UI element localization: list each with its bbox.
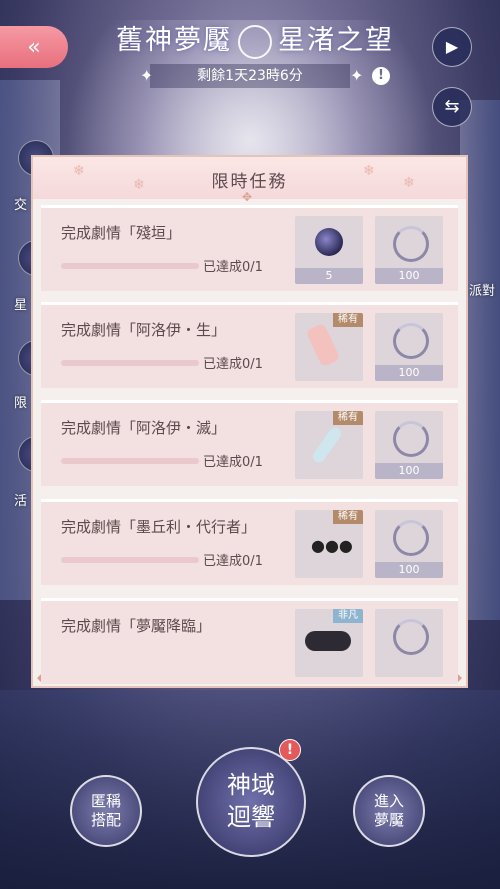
event-title: 舊神夢魘 星渚之望 [100,18,410,59]
reward-slot[interactable]: 5 [295,216,363,284]
reward-count: 100 [375,562,443,578]
dialog-header: ❄ ❄ ❄ ❄ 限時任務 ✥ [33,157,466,204]
socks-icon [305,322,341,368]
back-button[interactable]: « [0,26,68,68]
title-right: 星渚之望 [278,25,394,56]
enter-nightmare-label: 進入 夢魘 [373,792,404,829]
quest-title: 完成劇情「墨丘利・代行者」 [61,518,257,536]
quest-item: 完成劇情「墨丘利・代行者」 已達成0/1 ●●● 稀有 100 [41,499,458,585]
reward-count: 5 [295,268,363,284]
title-left: 舊神夢魘 [116,25,232,56]
swirl-token-icon [393,421,429,457]
sparkle-icon: ✦ [350,66,364,85]
info-button[interactable]: ! [372,67,390,85]
limited-quest-dialog: ◆ ◆ ◆ ◆ ❄ ❄ ❄ ❄ 限時任務 ✥ 完成劇情「殘垣」 已達成0/1 5… [31,155,468,688]
swap-arrows-icon: ⇆ [444,96,460,117]
reward-count: 100 [375,463,443,479]
reward-slot[interactable]: 稀有 [295,411,363,479]
quest-title: 完成劇情「夢魘降臨」 [61,617,212,635]
rarity-tag: 稀有 [333,313,363,327]
quest-item: 完成劇情「阿洛伊・生」 已達成0/1 稀有 100 [41,302,458,388]
reward-slot[interactable]: ●●● 稀有 [295,510,363,578]
timer-text: 剩餘1天23時6分 [150,64,350,88]
earrings-icon: ●●● [311,536,353,555]
divine-echo-label: 神域 迴響 [227,771,275,831]
reward-slot[interactable] [375,609,443,677]
rarity-tag: 非凡 [333,609,363,623]
reward-slot[interactable]: 非凡 [295,609,363,677]
swap-button[interactable]: ⇆ [432,87,472,127]
reward-slot[interactable]: 100 [375,510,443,578]
reward-slot[interactable]: 100 [375,313,443,381]
play-icon: ▶ [445,37,459,56]
side-label-3[interactable]: 限 [14,392,27,411]
reward-count: 100 [375,365,443,381]
quest-item: 完成劇情「阿洛伊・滅」 已達成0/1 稀有 100 [41,400,458,486]
reward-count: 100 [375,268,443,284]
swirl-token-icon [393,619,429,655]
side-label-4[interactable]: 活 [14,490,27,509]
alert-badge: ! [279,739,301,761]
swirl-token-icon [393,520,429,556]
eye-mask-icon [305,631,351,651]
outfit-match-label: 匿稱 搭配 [90,792,121,829]
quest-item: 完成劇情「夢魘降臨」 非凡 [41,598,458,684]
quest-list[interactable]: 完成劇情「殘垣」 已達成0/1 5 100 完成劇情「阿洛伊・生」 已達成0/1… [41,205,458,688]
quest-progress-text: 已達成0/1 [203,554,263,569]
quest-progress-text: 已達成0/1 [203,455,263,470]
quest-title: 完成劇情「阿洛伊・生」 [61,321,227,339]
quest-progress-bar [61,458,199,464]
quest-title: 完成劇情「阿洛伊・滅」 [61,419,227,437]
rarity-tag: 稀有 [333,411,363,425]
divine-echo-button[interactable]: 神域 迴響 [196,747,306,857]
reward-slot[interactable]: 100 [375,216,443,284]
quest-item: 完成劇情「殘垣」 已達成0/1 5 100 [41,205,458,291]
dialog-title: 限時任務 [211,172,288,192]
quest-progress-text: 已達成0/1 [203,260,263,275]
play-button[interactable]: ▶ [432,27,472,67]
quest-progress-text: 已達成0/1 [203,357,263,372]
gem-ornament-icon: ✥ [242,190,253,204]
outfit-match-button[interactable]: 匿稱 搭配 [70,775,142,847]
reward-slot[interactable]: 稀有 [295,313,363,381]
swirl-token-icon [393,323,429,359]
info-icon: ! [378,68,384,83]
quest-progress-bar [61,263,199,269]
side-label-1[interactable]: 交 [14,194,27,213]
quest-progress-bar [61,557,199,563]
crystal-accessory-icon [310,425,344,465]
quest-progress-bar [61,360,199,366]
dark-gem-icon [315,228,343,256]
reward-slot[interactable]: 100 [375,411,443,479]
side-label-2[interactable]: 星 [14,294,27,313]
enter-nightmare-button[interactable]: 進入 夢魘 [353,775,425,847]
swirl-token-icon [393,226,429,262]
double-chevron-left-icon: « [27,34,41,60]
quest-title: 完成劇情「殘垣」 [61,224,182,242]
side-label-right[interactable]: 派對 [469,280,495,299]
rarity-tag: 稀有 [333,510,363,524]
moon-emblem-icon [238,24,272,59]
